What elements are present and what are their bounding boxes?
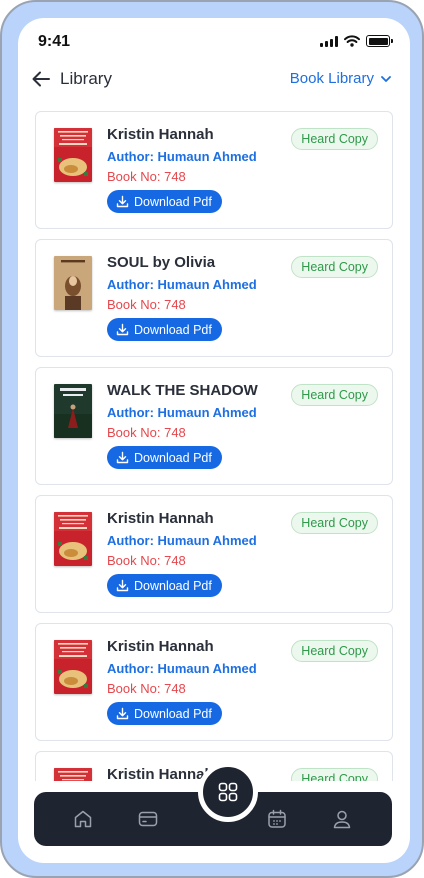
back-button[interactable]: Library <box>30 68 112 90</box>
book-cover <box>54 512 92 566</box>
download-pdf-button[interactable]: Download Pdf <box>107 702 222 725</box>
bottom-nav <box>34 762 392 846</box>
book-title: WALK THE SHADOW <box>107 382 258 399</box>
nav-wallet[interactable] <box>137 808 159 830</box>
nav-profile[interactable] <box>331 808 353 830</box>
book-cover <box>54 128 92 182</box>
signal-icon <box>320 35 338 47</box>
device-frame: 9:41 Library Book Library Kristin Hannah… <box>0 0 424 878</box>
book-cover <box>54 256 92 310</box>
book-card[interactable]: Kristin Hannah Author: Humaun Ahmed Book N… <box>35 111 393 229</box>
book-card[interactable]: SOUL by Olivia Author: Humaun Ahmed Book N… <box>35 239 393 357</box>
book-title: Kristin Hannah <box>107 638 214 655</box>
calendar-icon <box>268 809 286 828</box>
book-title: SOUL by Olivia <box>107 254 216 271</box>
status-badge: Heard Copy <box>291 768 378 781</box>
download-icon <box>116 323 129 336</box>
status-badge: Heard Copy <box>291 512 378 534</box>
book-title: Kristin Hannah <box>107 510 214 527</box>
arrow-left-icon <box>32 71 50 87</box>
download-label: Download Pdf <box>134 706 212 721</box>
book-author: Author: Humaun Ahmed <box>107 149 257 164</box>
status-badge: Heard Copy <box>291 640 378 662</box>
nav-home[interactable] <box>72 808 94 830</box>
download-icon <box>116 579 129 592</box>
status-bar: 9:41 <box>18 18 410 66</box>
book-card[interactable]: Kristin Hannah Author: Humaun Ahmed Book N… <box>35 495 393 613</box>
book-card[interactable]: WALK THE SHADOW Author: Humaun Ahmed Book … <box>35 367 393 485</box>
book-title: Kristin Hannah <box>107 126 214 143</box>
book-author: Author: Humaun Ahmed <box>107 405 257 420</box>
home-icon <box>74 810 92 828</box>
book-number: Book No: 748 <box>107 169 186 184</box>
download-label: Download Pdf <box>134 578 212 593</box>
screen: 9:41 Library Book Library Kristin Hannah… <box>18 18 410 863</box>
status-time: 9:41 <box>38 33 71 50</box>
chevron-down-icon <box>381 75 391 82</box>
profile-icon <box>333 810 351 829</box>
download-label: Download Pdf <box>134 322 212 337</box>
book-number: Book No: 748 <box>107 297 186 312</box>
book-author: Author: Humaun Ahmed <box>107 277 257 292</box>
download-label: Download Pdf <box>134 450 212 465</box>
book-author: Author: Humaun Ahmed <box>107 533 257 548</box>
battery-icon <box>366 35 393 47</box>
download-icon <box>116 195 129 208</box>
download-pdf-button[interactable]: Download Pdf <box>107 318 222 341</box>
nav-grid[interactable] <box>198 762 258 822</box>
grid-icon <box>218 782 238 802</box>
download-icon <box>116 707 129 720</box>
download-pdf-button[interactable]: Download Pdf <box>107 446 222 469</box>
download-label: Download Pdf <box>134 194 212 209</box>
book-author: Author: Humaun Ahmed <box>107 661 257 676</box>
wallet-icon <box>138 811 158 827</box>
download-icon <box>116 451 129 464</box>
download-pdf-button[interactable]: Download Pdf <box>107 190 222 213</box>
status-badge: Heard Copy <box>291 256 378 278</box>
download-pdf-button[interactable]: Download Pdf <box>107 574 222 597</box>
book-title: Kristin Hannah <box>107 766 214 781</box>
dropdown-label: Book Library <box>289 70 374 87</box>
nav-calendar[interactable] <box>266 808 288 830</box>
page-title: Library <box>60 69 112 88</box>
status-icons <box>320 35 393 47</box>
book-list: Kristin Hannah Author: Humaun Ahmed Book N… <box>35 111 393 781</box>
wifi-icon <box>344 35 360 47</box>
book-number: Book No: 748 <box>107 425 186 440</box>
book-card[interactable]: Kristin Hannah Author: Humaun Ahmed Book N… <box>35 623 393 741</box>
book-number: Book No: 748 <box>107 681 186 696</box>
book-library-dropdown[interactable]: Book Library <box>290 70 392 87</box>
book-cover <box>54 768 92 781</box>
book-cover <box>54 640 92 694</box>
app-header: Library Book Library <box>18 66 410 106</box>
book-cover <box>54 384 92 438</box>
book-number: Book No: 748 <box>107 553 186 568</box>
status-badge: Heard Copy <box>291 128 378 150</box>
status-badge: Heard Copy <box>291 384 378 406</box>
